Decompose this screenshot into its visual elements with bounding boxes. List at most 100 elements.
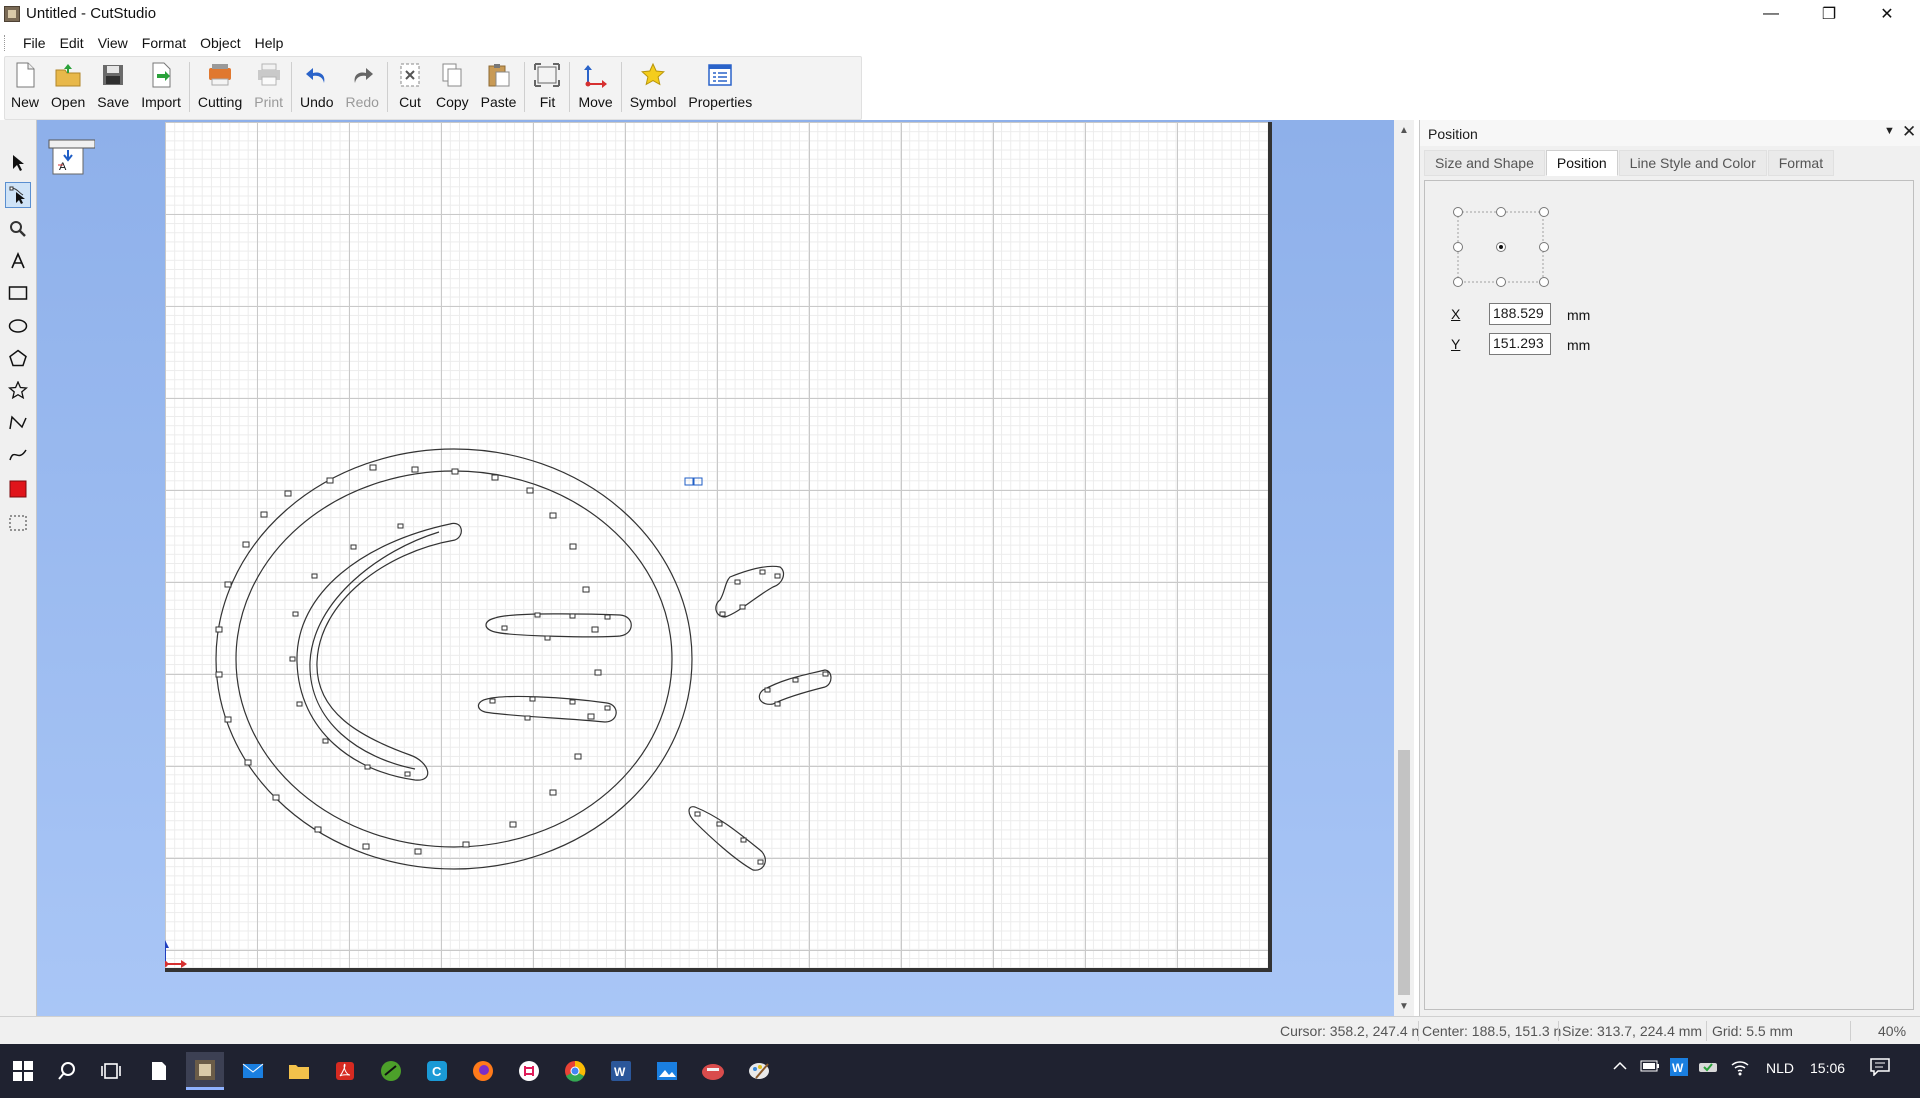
word-tray-icon[interactable]: W xyxy=(1670,1058,1688,1079)
paste-button[interactable]: Paste xyxy=(475,57,523,115)
cutstudio-icon[interactable] xyxy=(186,1052,224,1090)
lower-bar-outline[interactable] xyxy=(477,695,617,723)
toolbar-separator xyxy=(188,62,190,112)
marquee-tool-icon[interactable] xyxy=(5,510,31,536)
anchor-bottom-left-radio[interactable] xyxy=(1453,277,1463,287)
import-button[interactable]: Import xyxy=(135,57,187,115)
minimize-button[interactable]: — xyxy=(1742,0,1800,28)
paper-feed-icon[interactable]: A xyxy=(47,132,96,180)
language-indicator[interactable]: NLD xyxy=(1766,1060,1794,1076)
menu-object[interactable]: Object xyxy=(193,35,247,51)
polyline-tool-icon[interactable] xyxy=(5,410,31,436)
letter-c-inner-outline[interactable] xyxy=(309,531,440,770)
start-icon[interactable] xyxy=(4,1052,42,1090)
slack-icon[interactable] xyxy=(510,1052,548,1090)
ray-top-outline[interactable] xyxy=(715,565,785,618)
notifications-icon[interactable] xyxy=(1870,1058,1890,1079)
drive-sync-icon[interactable] xyxy=(1698,1059,1718,1078)
panel-dropdown-icon[interactable]: ▼ xyxy=(1884,125,1895,137)
close-button[interactable]: ✕ xyxy=(1858,0,1916,28)
anchor-center-radio[interactable] xyxy=(1496,242,1506,252)
search-icon[interactable] xyxy=(48,1052,86,1090)
outer-circle-outline[interactable] xyxy=(215,448,693,870)
cutting-sheet[interactable] xyxy=(165,122,1272,972)
app-red-icon[interactable] xyxy=(694,1052,732,1090)
print-button[interactable]: Print xyxy=(248,57,289,115)
chrome-icon[interactable] xyxy=(556,1052,594,1090)
tab-position[interactable]: Position xyxy=(1545,150,1618,176)
fit-button[interactable]: Fit xyxy=(527,57,567,115)
ray-middle-outline[interactable] xyxy=(758,669,832,705)
app-green-icon[interactable] xyxy=(372,1052,410,1090)
toolbar-separator xyxy=(569,62,571,112)
file-explorer-icon[interactable] xyxy=(280,1052,318,1090)
task-view-icon[interactable] xyxy=(92,1052,130,1090)
battery-icon[interactable] xyxy=(1640,1059,1660,1076)
workspace[interactable]: A xyxy=(37,120,1394,1016)
undo-button[interactable]: Undo xyxy=(294,57,339,115)
polygon-tool-icon[interactable] xyxy=(5,345,31,371)
anchor-top-right-radio[interactable] xyxy=(1539,207,1549,217)
node-edit-tool-icon[interactable] xyxy=(5,182,31,208)
anchor-middle-left-radio[interactable] xyxy=(1453,242,1463,252)
maximize-button[interactable]: ❐ xyxy=(1800,0,1858,28)
acrobat-icon[interactable] xyxy=(326,1052,364,1090)
ellipse-tool-icon[interactable] xyxy=(5,313,31,339)
menu-help[interactable]: Help xyxy=(248,35,291,51)
fill-color-tool-icon[interactable] xyxy=(5,476,31,502)
open-button[interactable]: Open xyxy=(45,57,91,115)
anchor-top-left-radio[interactable] xyxy=(1453,207,1463,217)
scroll-up-arrow-icon[interactable]: ▲ xyxy=(1394,122,1414,138)
cutting-icon xyxy=(206,61,234,89)
rectangle-tool-icon[interactable] xyxy=(5,280,31,306)
status-grid: Grid: 5.5 mm xyxy=(1712,1023,1793,1039)
menu-edit[interactable]: Edit xyxy=(53,35,91,51)
copy-button[interactable]: Copy xyxy=(430,57,475,115)
app-c-icon[interactable]: C xyxy=(418,1052,456,1090)
anchor-bottom-right-radio[interactable] xyxy=(1539,277,1549,287)
clock-time[interactable]: 15:06 xyxy=(1810,1060,1845,1076)
cutting-button[interactable]: Cutting xyxy=(192,57,248,115)
app-paint-icon[interactable] xyxy=(740,1052,778,1090)
cut-button[interactable]: Cut xyxy=(390,57,430,115)
scroll-down-arrow-icon[interactable]: ▼ xyxy=(1394,998,1414,1014)
notepad-icon[interactable] xyxy=(140,1052,178,1090)
menu-format[interactable]: Format xyxy=(135,35,193,51)
cut-icon xyxy=(396,61,424,89)
anchor-top-center-radio[interactable] xyxy=(1496,207,1506,217)
select-tool-icon[interactable] xyxy=(5,150,31,176)
anchor-middle-right-radio[interactable] xyxy=(1539,242,1549,252)
x-position-field[interactable]: 188.529 xyxy=(1489,303,1551,325)
panel-close-icon[interactable]: ✕ xyxy=(1902,122,1916,142)
curve-tool-icon[interactable] xyxy=(5,442,31,468)
properties-button[interactable]: Properties xyxy=(682,57,758,115)
selection-marker-icon[interactable] xyxy=(684,477,703,486)
scrollbar-thumb[interactable] xyxy=(1398,750,1410,995)
firefox-icon[interactable] xyxy=(464,1052,502,1090)
star-tool-icon[interactable] xyxy=(5,377,31,403)
wifi-icon[interactable] xyxy=(1730,1058,1750,1079)
photos-icon[interactable] xyxy=(648,1052,686,1090)
tab-size-and-shape[interactable]: Size and Shape xyxy=(1424,150,1545,176)
mail-icon[interactable] xyxy=(234,1052,272,1090)
move-button[interactable]: Move xyxy=(572,57,618,115)
y-position-field[interactable]: 151.293 xyxy=(1489,333,1551,355)
tab-format[interactable]: Format xyxy=(1767,150,1835,176)
letter-c-outline[interactable] xyxy=(296,522,462,781)
save-button[interactable]: Save xyxy=(91,57,135,115)
drawing-canvas[interactable] xyxy=(165,122,1268,968)
word-icon[interactable]: W xyxy=(602,1052,640,1090)
show-hidden-icons-icon[interactable] xyxy=(1612,1058,1628,1077)
vertical-scrollbar[interactable]: ▲ ▼ xyxy=(1394,120,1414,1016)
menu-view[interactable]: View xyxy=(91,35,135,51)
tab-line-style-and-color[interactable]: Line Style and Color xyxy=(1618,150,1767,176)
zoom-tool-icon[interactable] xyxy=(5,216,31,242)
text-tool-icon[interactable] xyxy=(5,248,31,274)
svg-text:W: W xyxy=(614,1065,626,1079)
anchor-bottom-center-radio[interactable] xyxy=(1496,277,1506,287)
redo-button[interactable]: Redo xyxy=(340,57,385,115)
menu-file[interactable]: File xyxy=(16,35,53,51)
symbol-button[interactable]: Symbol xyxy=(624,57,683,115)
new-button[interactable]: New xyxy=(5,57,45,115)
outer-circle-inner-outline[interactable] xyxy=(235,470,673,848)
